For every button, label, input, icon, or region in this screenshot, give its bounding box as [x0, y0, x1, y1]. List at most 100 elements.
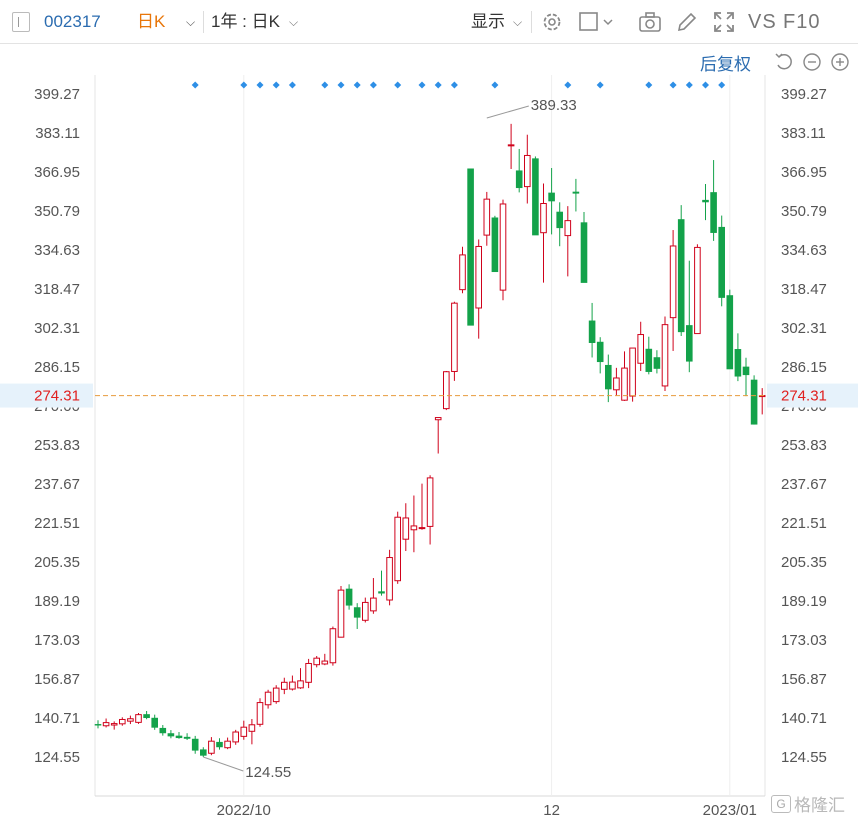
y-tick-label-left: 366.95 — [34, 164, 80, 181]
candle-body — [677, 219, 685, 333]
event-marker — [645, 81, 653, 89]
candle-body — [256, 702, 264, 725]
y-tick-label-right: 221.51 — [781, 515, 827, 532]
candle — [726, 289, 734, 370]
candle — [588, 302, 596, 358]
candle-body — [750, 379, 758, 425]
chevron-down-icon[interactable]: ⌵ — [289, 0, 298, 44]
event-marker — [256, 81, 264, 89]
chart-toolbar: 002317 日K ⌵ 1年 : 日K ⌵ 显示 ⌵ VS F10 — [0, 0, 858, 44]
range-selector[interactable]: 1年 : 日K — [211, 0, 280, 44]
candle — [702, 183, 709, 221]
candle — [256, 698, 264, 727]
candle — [200, 747, 207, 757]
candle-body — [653, 357, 661, 369]
stock-code[interactable]: 002317 — [44, 0, 101, 44]
candle — [119, 717, 126, 726]
y-tick-label-right: 302.31 — [781, 320, 827, 337]
candle-body — [540, 202, 547, 234]
pencil-icon[interactable] — [675, 10, 699, 34]
event-marker — [418, 81, 426, 89]
event-marker — [191, 81, 199, 89]
candle-body — [548, 192, 555, 202]
candle-body — [378, 591, 385, 594]
event-marker — [353, 81, 361, 89]
candle — [167, 730, 175, 739]
candle-body — [410, 525, 418, 531]
f10-button[interactable]: F10 — [783, 0, 820, 44]
camera-icon[interactable] — [638, 10, 662, 34]
draw-rectangle-icon[interactable] — [577, 10, 601, 34]
y-tick-label-right: 334.63 — [781, 242, 827, 259]
candle-body — [337, 589, 345, 638]
event-dots — [191, 81, 726, 89]
y-tick-label-left: 205.35 — [34, 554, 80, 571]
candle-body — [605, 364, 612, 390]
chevron-down-icon[interactable] — [601, 10, 615, 34]
candle — [515, 148, 523, 193]
candle — [248, 718, 256, 745]
event-marker — [564, 81, 572, 89]
event-marker — [321, 81, 329, 89]
candle — [499, 199, 507, 301]
annotation-leader — [486, 105, 529, 119]
candle — [362, 597, 369, 623]
candle — [459, 246, 466, 294]
period-selector[interactable]: 日K — [137, 0, 165, 44]
candle-body — [102, 722, 110, 727]
y-tick-label-left: 318.47 — [34, 281, 80, 298]
candle-body — [637, 334, 645, 364]
y-tick-label-left: 189.19 — [34, 593, 80, 610]
candle-body — [451, 302, 458, 372]
x-tick-label: 2022/10 — [217, 802, 271, 819]
fullscreen-icon[interactable] — [712, 10, 736, 34]
candle-body — [556, 211, 563, 229]
x-axis: 2022/10 12 2023/01 — [217, 802, 757, 819]
watermark-logo-icon: G — [771, 795, 791, 813]
compare-button[interactable]: VS — [748, 0, 777, 44]
chevron-down-icon[interactable]: ⌵ — [513, 0, 522, 44]
y-tick-label-right: 383.11 — [781, 125, 826, 142]
candle — [183, 733, 191, 740]
event-marker — [337, 81, 345, 89]
candle — [264, 689, 272, 709]
candle-body — [742, 366, 750, 376]
candle-body — [240, 726, 248, 737]
candle-body — [216, 741, 223, 748]
candle-body — [321, 660, 329, 665]
y-tick-label-left: 302.31 — [34, 320, 80, 337]
candle-body — [224, 740, 231, 749]
candle — [394, 511, 401, 584]
event-marker — [596, 81, 604, 89]
candle-body — [329, 628, 337, 664]
candle — [191, 735, 199, 754]
event-marker — [718, 81, 726, 89]
chevron-down-icon[interactable]: ⌵ — [186, 0, 195, 44]
settings-gear-icon[interactable] — [540, 10, 564, 34]
event-marker — [288, 81, 296, 89]
annotation-label: 124.55 — [245, 764, 291, 781]
candlestick-series — [94, 123, 766, 757]
candle — [556, 202, 563, 247]
candle-body — [734, 349, 742, 377]
candle — [596, 337, 604, 374]
candlestick-chart[interactable]: 389.33 124.55 399.27 399.27 383.11 383.11 366… — [0, 44, 858, 820]
candle-body — [143, 714, 150, 719]
annotation-leader — [203, 756, 244, 772]
candle-body — [191, 738, 199, 751]
event-marker — [702, 81, 709, 89]
candle — [613, 367, 620, 396]
candle — [629, 347, 636, 402]
candle-body — [281, 681, 288, 690]
display-menu[interactable]: 显示 — [471, 0, 505, 44]
candle-body — [208, 740, 215, 754]
y-tick-label-right: 189.19 — [781, 593, 827, 610]
y-tick-label-left: 156.87 — [34, 671, 80, 688]
sidebar-toggle-icon[interactable] — [12, 12, 30, 32]
candle-body — [353, 607, 361, 618]
candle-body — [200, 749, 207, 756]
watermark: 格隆汇 — [794, 796, 845, 815]
y-tick-label-right: 366.95 — [781, 164, 827, 181]
candle — [159, 725, 167, 736]
x-tick-label: 12 — [543, 802, 560, 819]
